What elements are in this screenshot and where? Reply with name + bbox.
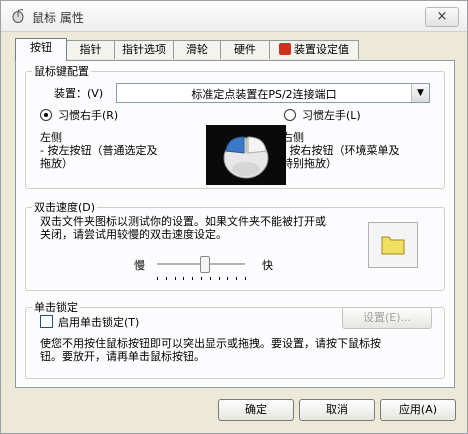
device-select[interactable]: 标准定点装置在PS/2连接端口 ▼	[116, 83, 430, 103]
slider-tick	[166, 277, 167, 280]
mouse-properties-dialog: 鼠标 属性 × 按钮 指针 指针选项 滑轮 硬件 装置设定值 鼠标键配置 装置：…	[0, 0, 468, 434]
click-lock-title: 单击锁定	[34, 301, 78, 314]
test-folder-icon[interactable]	[368, 222, 418, 268]
tab-wheel[interactable]: 滑轮	[173, 40, 221, 59]
cancel-button[interactable]: 取消	[299, 399, 375, 421]
left-handed-label[interactable]: 习惯左手(L)	[302, 107, 361, 123]
slider-tick	[219, 277, 220, 280]
right-side-desc-2: 特别拖放）	[282, 157, 337, 170]
slider-tick	[201, 277, 202, 280]
device-settings-icon	[279, 43, 291, 55]
slider-tick	[210, 277, 211, 280]
mouse-illustration-icon	[206, 125, 286, 185]
left-side-desc-2: 拖放）	[40, 157, 73, 170]
slider-tick	[227, 277, 228, 280]
slider-tick	[236, 277, 237, 280]
slider-tick	[245, 277, 246, 280]
click-lock-checkbox[interactable]	[40, 315, 53, 328]
button-config-title: 鼠标键配置	[34, 65, 89, 78]
tab-strip: 按钮 指针 指针选项 滑轮 硬件 装置设定值	[15, 38, 455, 61]
tab-hardware[interactable]: 硬件	[220, 40, 270, 59]
tab-panel-buttons: 鼠标键配置 装置：(V) 标准定点装置在PS/2连接端口 ▼ 习惯右手(R) 习…	[15, 60, 455, 388]
mouse-icon	[11, 9, 25, 23]
right-handed-label[interactable]: 习惯右手(R)	[58, 107, 118, 123]
device-select-value: 标准定点装置在PS/2连接端口	[191, 88, 337, 101]
tab-pointer-options[interactable]: 指针选项	[114, 40, 174, 59]
tab-pointers[interactable]: 指针	[66, 40, 115, 59]
left-handed-radio[interactable]	[284, 109, 296, 121]
device-label: 装置：(V)	[54, 87, 104, 100]
ok-button[interactable]: 确定	[218, 399, 294, 421]
window-title: 鼠标 属性	[32, 11, 84, 25]
slider-tick	[157, 277, 158, 280]
right-handed-radio[interactable]	[40, 109, 52, 121]
slider-tick	[175, 277, 176, 280]
tab-device-settings-label: 装置设定值	[294, 43, 349, 56]
slider-tick	[183, 277, 184, 280]
slow-label: 慢	[134, 259, 145, 272]
title-bar: 鼠标 属性 ×	[1, 1, 467, 32]
double-click-desc-2: 关闭，请尝试用较慢的双击速度设定。	[40, 228, 227, 241]
slider-tick	[192, 277, 193, 280]
tab-buttons[interactable]: 按钮	[15, 38, 67, 61]
fast-label: 快	[262, 259, 273, 272]
chevron-down-icon[interactable]: ▼	[411, 84, 429, 102]
apply-button[interactable]: 应用(A)	[380, 399, 456, 421]
click-lock-desc-2: 钮。要放开，请再单击鼠标按钮。	[40, 350, 205, 363]
close-button[interactable]: ×	[425, 7, 459, 27]
slider-thumb[interactable]	[200, 256, 211, 273]
tab-device-settings[interactable]: 装置设定值	[269, 40, 359, 59]
click-lock-label[interactable]: 启用单击锁定(T)	[58, 314, 139, 330]
click-lock-settings-button[interactable]: 设置(E)...	[342, 307, 432, 329]
